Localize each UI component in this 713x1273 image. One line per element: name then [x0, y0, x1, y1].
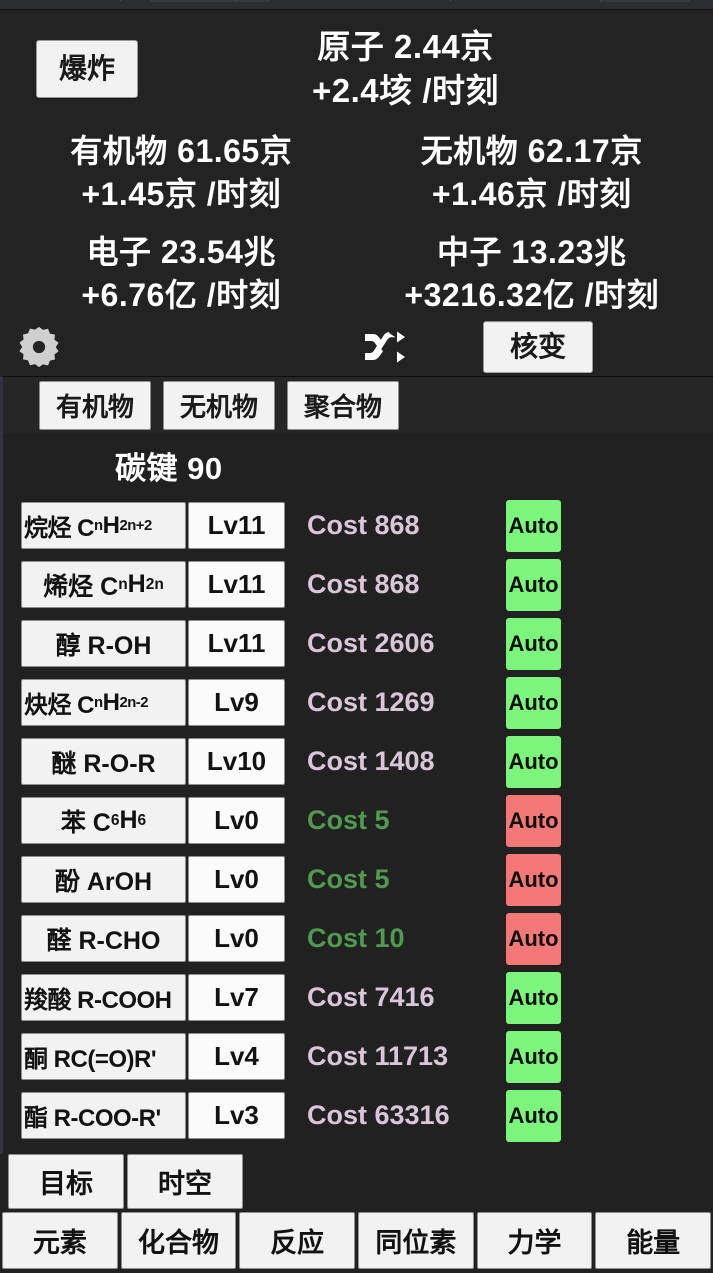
resource-rate: +6.76亿 /时刻: [81, 276, 282, 313]
upgrade-row: 羧酸 R-COOH Lv7 Cost 7416 Auto: [21, 968, 713, 1027]
bottom-navigation: 目标 时空 元素 化合物 反应 同位素 力学 能量: [0, 1154, 713, 1273]
auto-toggle-button[interactable]: Auto: [506, 735, 561, 788]
atoms-rate: +2.4垓 /时刻: [312, 72, 499, 109]
resource-amount: 有机物 61.65京: [70, 133, 293, 169]
gear-icon: [19, 327, 59, 368]
upgrade-cost: Cost 868: [307, 510, 420, 541]
atoms-readout: 原子 2.44京 +2.4垓 /时刻: [98, 25, 713, 113]
category-tabs: 有机物 无机物 聚合物: [0, 376, 713, 434]
upgrade-name-button[interactable]: 酯 R-COO-R': [21, 1092, 186, 1140]
auto-toggle-button[interactable]: Auto: [506, 912, 561, 965]
upgrade-name-button[interactable]: 醛 R-CHO: [21, 915, 186, 963]
game-screen: 爆炸 原子 2.44京 +2.4垓 /时刻 有机物 61.65京 +1.45京 …: [0, 0, 713, 1273]
upgrade-level[interactable]: Lv11: [188, 502, 285, 550]
upgrade-row: 醚 R-O-R Lv10 Cost 1408 Auto: [21, 732, 713, 791]
upgrade-row: 酮 RC(=O)R' Lv4 Cost 11713 Auto: [21, 1027, 713, 1086]
upgrade-row: 酚 ArOH Lv0 Cost 5 Auto: [21, 850, 713, 909]
atoms-row: 爆炸 原子 2.44京 +2.4垓 /时刻: [0, 10, 713, 128]
upgrade-level[interactable]: Lv10: [188, 738, 285, 786]
upgrade-cost: Cost 5: [307, 805, 390, 836]
upgrade-name-button[interactable]: 酮 RC(=O)R': [21, 1033, 186, 1081]
resource-grid: 有机物 61.65京 +1.45京 /时刻 无机物 62.17京 +1.46京 …: [0, 128, 713, 318]
upgrade-level[interactable]: Lv3: [188, 1092, 285, 1140]
upgrade-cost: Cost 2606: [307, 628, 435, 659]
control-bar: 核变: [0, 318, 713, 376]
nav-goals[interactable]: 目标: [8, 1154, 124, 1209]
upgrade-cost: Cost 868: [307, 569, 420, 600]
auto-toggle-button[interactable]: Auto: [506, 1089, 561, 1142]
upgrade-name-button[interactable]: 醚 R-O-R: [21, 738, 186, 786]
resource-rate: +3216.32亿 /时刻: [404, 276, 660, 313]
stats-header: 爆炸 原子 2.44京 +2.4垓 /时刻 有机物 61.65京 +1.45京 …: [0, 10, 713, 319]
tab-polymer[interactable]: 聚合物: [287, 380, 400, 430]
tab-organic[interactable]: 有机物: [39, 380, 152, 430]
resource-neutron: 中子 13.23兆 +3216.32亿 /时刻: [357, 217, 708, 318]
nav-row-secondary: 目标 时空: [0, 1154, 713, 1209]
resource-rate: +1.46京 /时刻: [431, 175, 632, 212]
nav-row-primary: 元素 化合物 反应 同位素 力学 能量: [0, 1212, 713, 1273]
nav-compounds[interactable]: 化合物: [120, 1212, 237, 1269]
tab-inorganic[interactable]: 无机物: [163, 380, 276, 430]
upgrade-cost: Cost 10: [307, 923, 405, 954]
upgrade-row: 醛 R-CHO Lv0 Cost 10 Auto: [21, 909, 713, 968]
upgrade-name-button[interactable]: 醇 R-OH: [21, 620, 186, 668]
nav-elements[interactable]: 元素: [2, 1212, 118, 1269]
upgrade-name-button[interactable]: 烷烃 Cn H 2n+2: [21, 502, 186, 550]
nav-isotopes[interactable]: 同位素: [358, 1212, 474, 1269]
resource-amount: 电子 23.54兆: [86, 234, 276, 271]
resource-amount: 中子 13.23兆: [437, 234, 627, 271]
cutoff-system-strip: [0, 0, 713, 10]
upgrade-name-button[interactable]: 酚 ArOH: [21, 856, 186, 904]
resource-amount: 无机物 62.17京: [420, 133, 643, 169]
atoms-amount: 原子 2.44京: [317, 28, 494, 66]
upgrade-level[interactable]: Lv11: [188, 561, 285, 609]
upgrade-list: 烷烃 Cn H 2n+2 Lv11 Cost 868 Auto 烯烃 Cn H 2n Lv11 Co…: [3, 496, 713, 1145]
resource-inorganic: 无机物 62.17京 +1.46京 /时刻: [357, 128, 708, 217]
upgrade-row: 苯 C 6 H 6 Lv0 Cost 5 Auto: [21, 791, 713, 850]
shuffle-icon: [365, 331, 405, 363]
auto-toggle-button[interactable]: Auto: [506, 971, 561, 1024]
upgrade-name-button[interactable]: 羧酸 R-COOH: [21, 974, 186, 1022]
auto-toggle-button[interactable]: Auto: [506, 794, 561, 847]
section-title: 碳键 90: [115, 451, 223, 487]
auto-toggle-button[interactable]: Auto: [506, 1030, 561, 1083]
upgrade-level[interactable]: Lv0: [188, 856, 285, 904]
nav-energy[interactable]: 能量: [595, 1212, 712, 1269]
nav-reactions[interactable]: 反应: [239, 1212, 356, 1269]
auto-toggle-button[interactable]: Auto: [506, 499, 561, 552]
upgrade-name-button[interactable]: 苯 C6H6: [21, 797, 186, 845]
upgrade-name-button[interactable]: 炔烃 Cn H 2n-2: [21, 679, 186, 727]
auto-toggle-button[interactable]: Auto: [506, 676, 561, 729]
upgrade-level[interactable]: Lv0: [188, 915, 285, 963]
upgrade-level[interactable]: Lv0: [188, 797, 285, 845]
upgrade-name-button[interactable]: 烯烃 Cn H 2n: [21, 561, 186, 609]
auto-toggle-button[interactable]: Auto: [506, 853, 561, 906]
upgrade-cost: Cost 1269: [307, 687, 435, 718]
shuffle-button[interactable]: [360, 325, 410, 369]
resource-electron: 电子 23.54兆 +6.76亿 /时刻: [6, 217, 357, 318]
upgrade-level[interactable]: Lv7: [188, 974, 285, 1022]
upgrade-row: 烯烃 Cn H 2n Lv11 Cost 868 Auto: [21, 555, 713, 614]
upgrade-cost: Cost 63316: [307, 1100, 450, 1131]
upgrade-row: 醇 R-OH Lv11 Cost 2606 Auto: [21, 614, 713, 673]
auto-toggle-button[interactable]: Auto: [506, 558, 561, 611]
upgrade-panel: 碳键 90 烷烃 Cn H 2n+2 Lv11 Cost 868 Auto 烯烃 Cn H 2n…: [0, 433, 713, 1154]
nav-mechanics[interactable]: 力学: [476, 1212, 593, 1269]
upgrade-cost: Cost 7416: [307, 982, 435, 1013]
upgrade-level[interactable]: Lv11: [188, 620, 285, 668]
upgrade-row: 酯 R-COO-R' Lv3 Cost 63316 Auto: [21, 1086, 713, 1145]
upgrade-cost: Cost 1408: [307, 746, 435, 777]
resource-rate: +1.45京 /时刻: [81, 175, 282, 212]
upgrade-cost: Cost 5: [307, 864, 390, 895]
auto-toggle-button[interactable]: Auto: [506, 617, 561, 670]
upgrade-level[interactable]: Lv9: [188, 679, 285, 727]
upgrade-cost: Cost 11713: [307, 1041, 449, 1072]
fission-button[interactable]: 核变: [483, 321, 594, 374]
upgrade-level[interactable]: Lv4: [188, 1033, 285, 1081]
resource-organic: 有机物 61.65京 +1.45京 /时刻: [6, 128, 357, 217]
settings-button[interactable]: [12, 320, 66, 374]
upgrade-row: 炔烃 Cn H 2n-2 Lv9 Cost 1269 Auto: [21, 673, 713, 732]
nav-spacetime[interactable]: 时空: [127, 1154, 243, 1209]
upgrade-row: 烷烃 Cn H 2n+2 Lv11 Cost 868 Auto: [21, 496, 713, 555]
